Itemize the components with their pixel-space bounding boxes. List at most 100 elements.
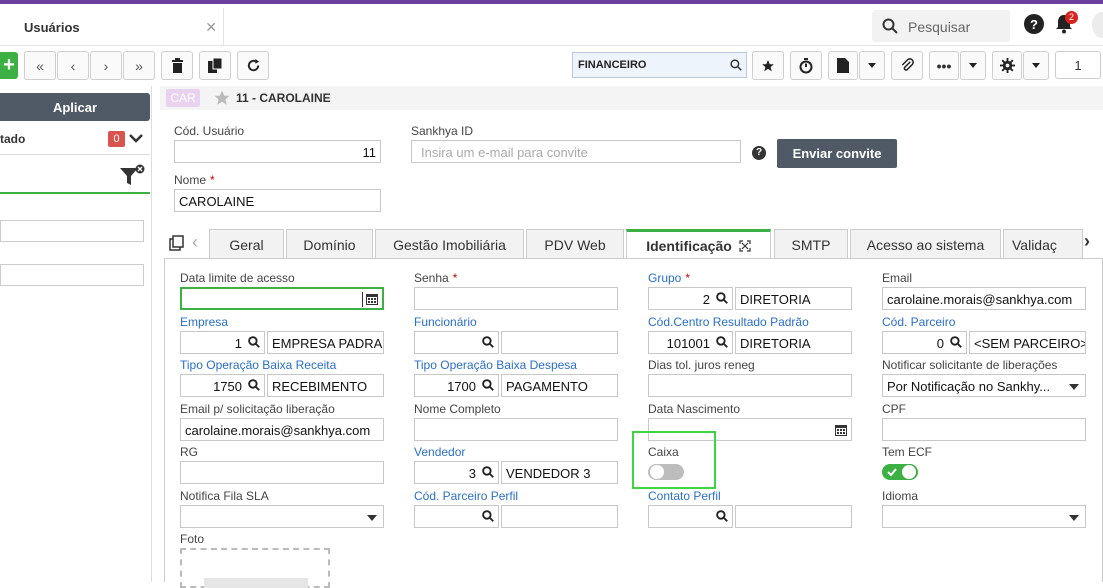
page-number-input[interactable]: 1 (1055, 51, 1101, 79)
calendar-icon[interactable] (366, 293, 378, 305)
cod-parc-perfil-name-input[interactable] (501, 505, 618, 528)
cod-cr-label[interactable]: Cód.Centro Resultado Padrão (648, 315, 809, 329)
cod-parceiro-label[interactable]: Cód. Parceiro (882, 315, 955, 329)
tem-ecf-toggle[interactable] (882, 464, 918, 480)
settings-dropdown-button[interactable] (1023, 51, 1049, 80)
refresh-button[interactable] (237, 51, 269, 80)
duplicate-button[interactable] (199, 51, 231, 80)
attachment-button[interactable] (891, 51, 923, 80)
idioma-select[interactable] (882, 505, 1086, 528)
copy-icon[interactable] (169, 235, 185, 251)
calendar-icon[interactable] (835, 424, 847, 436)
top-receita-name-input[interactable]: RECEBIMENTO (267, 374, 384, 397)
search-icon[interactable] (248, 379, 260, 391)
top-receita-label[interactable]: Tipo Operação Baixa Receita (180, 358, 336, 372)
delete-button[interactable] (161, 51, 193, 80)
notifica-fila-select[interactable] (180, 505, 384, 528)
notificar-select[interactable]: Por Notificação no Sankhy... (882, 374, 1086, 397)
vendedor-name-input[interactable]: VENDEDOR 3 (501, 461, 618, 484)
help-icon[interactable]: ? (1024, 14, 1044, 34)
search-icon[interactable] (716, 336, 728, 348)
funcionario-label[interactable]: Funcionário (414, 315, 477, 329)
cod-parc-perfil-label[interactable]: Cód. Parceiro Perfil (414, 489, 518, 503)
report-dropdown-button[interactable] (859, 51, 885, 80)
tab-smtp[interactable]: SMTP (774, 229, 848, 259)
more-dropdown-button[interactable] (960, 51, 986, 80)
sankhya-id-input[interactable]: Insira um e-mail para convite (411, 140, 741, 163)
favorite-button[interactable] (752, 51, 784, 80)
add-record-button[interactable]: + (0, 52, 18, 79)
search-icon[interactable] (950, 336, 962, 348)
first-record-button[interactable]: « (24, 51, 56, 80)
close-icon[interactable]: ✕ (205, 19, 217, 36)
contato-perfil-code-input[interactable] (648, 505, 733, 528)
cod-parceiro-code-input[interactable]: 0 (882, 331, 967, 354)
avatar[interactable] (1092, 12, 1103, 38)
tab-geral[interactable]: Geral (209, 229, 284, 259)
chevron-down-icon[interactable] (129, 134, 143, 144)
filter-input-2[interactable] (0, 264, 144, 286)
tab-dominio[interactable]: Domínio (286, 229, 373, 259)
search-icon[interactable] (482, 466, 494, 478)
settings-button[interactable] (992, 51, 1022, 80)
empresa-code-input[interactable]: 1 (180, 331, 265, 354)
module-search-field[interactable]: FINANCEIRO (572, 52, 747, 78)
tab-scroll-left-icon[interactable]: ‹ (192, 232, 198, 253)
email-input[interactable]: carolaine.morais@sankhya.com (882, 287, 1086, 310)
cod-usuario-input[interactable]: 11 (174, 140, 381, 163)
next-record-button[interactable]: › (90, 51, 122, 80)
tab-gestao-imobiliaria[interactable]: Gestão Imobiliária (375, 229, 524, 259)
grupo-name-input[interactable]: DIRETORIA (735, 287, 852, 310)
vendedor-code-input[interactable]: 3 (414, 461, 499, 484)
cod-cr-name-input[interactable]: DIRETORIA (735, 331, 852, 354)
rg-input[interactable] (180, 461, 384, 484)
funcionario-name-input[interactable] (501, 331, 618, 354)
tab-pdv-web[interactable]: PDV Web (526, 229, 624, 259)
tab-scroll-right-icon[interactable]: › (1084, 231, 1090, 252)
apply-button[interactable]: Aplicar (0, 93, 150, 121)
search-icon[interactable] (248, 336, 260, 348)
cpf-input[interactable] (882, 418, 1086, 441)
enviar-convite-button[interactable]: Enviar convite (777, 139, 897, 168)
empresa-label[interactable]: Empresa (180, 315, 228, 329)
search-icon[interactable] (482, 379, 494, 391)
nome-input[interactable]: CAROLAINE (174, 189, 381, 212)
contato-perfil-label[interactable]: Contato Perfil (648, 489, 721, 503)
last-record-button[interactable]: » (123, 51, 155, 80)
search-icon[interactable] (482, 510, 494, 522)
star-icon[interactable] (213, 89, 231, 107)
funcionario-code-input[interactable] (414, 331, 499, 354)
help-icon[interactable]: ? (752, 146, 766, 160)
filter-input-1[interactable] (0, 220, 144, 242)
bell-icon[interactable]: 2 (1054, 11, 1078, 35)
grupo-code-input[interactable]: 2 (648, 287, 733, 310)
tab-acesso-ao-sistema[interactable]: Acesso ao sistema (850, 229, 1001, 259)
grupo-label[interactable]: Grupo * (648, 271, 690, 285)
contato-perfil-name-input[interactable] (735, 505, 852, 528)
funnel-icon[interactable] (118, 164, 146, 188)
app-tab-usuarios[interactable]: Usuários ✕ (10, 8, 224, 46)
timer-button[interactable] (790, 51, 822, 80)
search-icon[interactable] (716, 292, 728, 304)
nome-completo-input[interactable] (414, 418, 618, 441)
empresa-name-input[interactable]: EMPRESA PADRA (267, 331, 384, 354)
search-icon[interactable] (716, 510, 728, 522)
more-button[interactable]: ••• (929, 51, 959, 80)
report-button[interactable] (828, 51, 858, 80)
tab-identificacao[interactable]: Identificação (626, 229, 771, 259)
dias-tol-input[interactable] (648, 374, 852, 397)
data-limite-input[interactable] (180, 287, 384, 310)
foto-dropzone[interactable] (180, 548, 330, 588)
filter-row[interactable]: tado 0 (0, 123, 150, 155)
top-despesa-name-input[interactable]: PAGAMENTO (501, 374, 618, 397)
cod-parc-perfil-code-input[interactable] (414, 505, 499, 528)
global-search[interactable]: Pesquisar (872, 10, 1010, 42)
cod-parceiro-name-input[interactable]: <SEM PARCEIRO> (969, 331, 1086, 354)
top-receita-code-input[interactable]: 1750 (180, 374, 265, 397)
senha-input[interactable] (414, 287, 618, 310)
cod-cr-code-input[interactable]: 101001 (648, 331, 733, 354)
top-despesa-code-input[interactable]: 1700 (414, 374, 499, 397)
foto-upload-button[interactable] (204, 578, 308, 588)
caixa-toggle[interactable] (648, 464, 684, 480)
previous-record-button[interactable]: ‹ (57, 51, 89, 80)
